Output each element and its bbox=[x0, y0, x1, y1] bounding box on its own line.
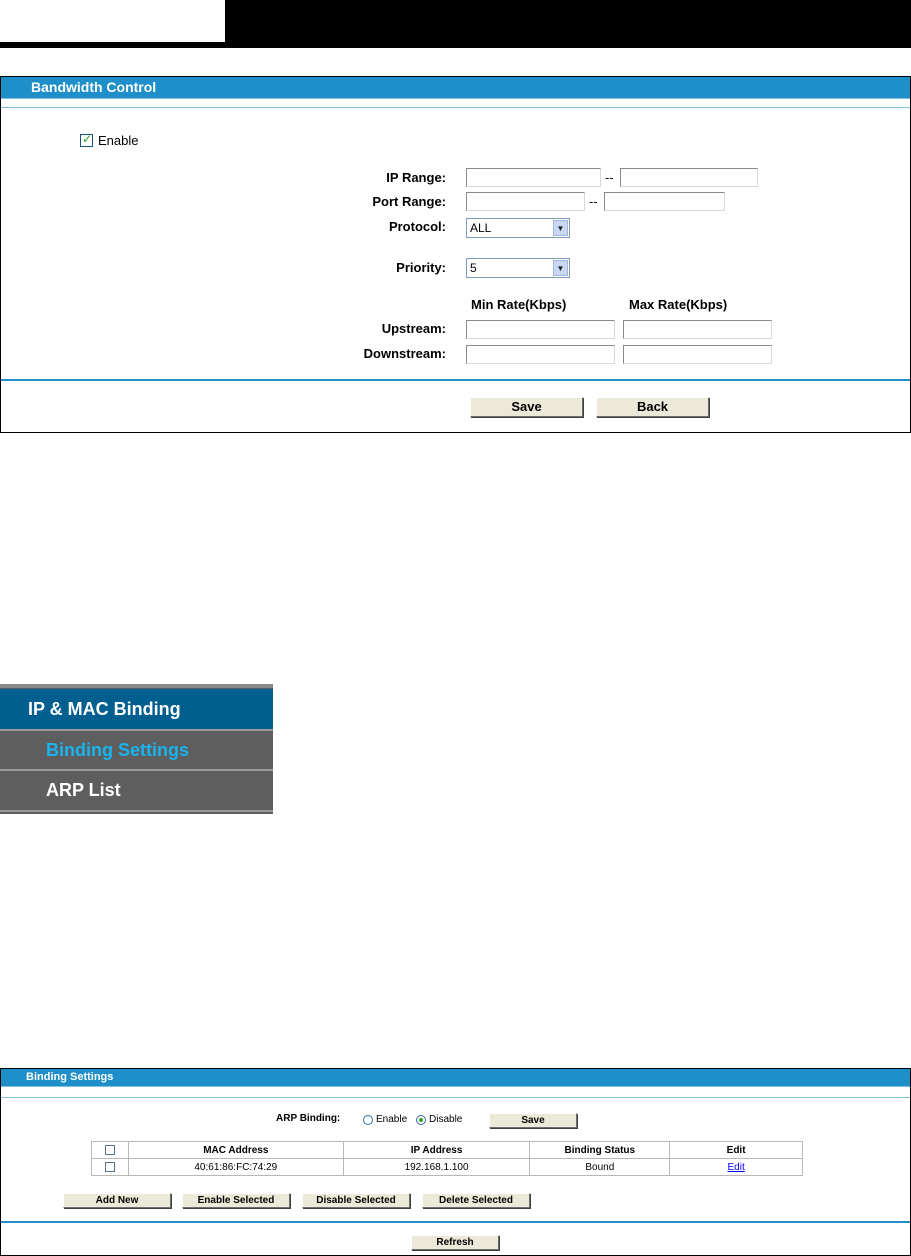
menu-header[interactable]: IP & MAC Binding bbox=[0, 689, 273, 729]
min-rate-header: Min Rate(Kbps) bbox=[471, 297, 567, 312]
downstream-min-input[interactable] bbox=[466, 345, 615, 364]
ip-range-label: IP Range: bbox=[386, 170, 446, 185]
menu-separator bbox=[0, 810, 273, 812]
arp-enable-label: Enable bbox=[376, 1114, 408, 1125]
protocol-label: Protocol: bbox=[388, 219, 446, 234]
range-separator: -- bbox=[589, 194, 598, 209]
port-range-start-input[interactable] bbox=[466, 192, 585, 211]
range-separator: -- bbox=[605, 170, 614, 185]
menu-top-border bbox=[0, 684, 273, 688]
refresh-button[interactable]: Refresh bbox=[411, 1235, 499, 1250]
upstream-min-input[interactable] bbox=[466, 320, 615, 339]
enable-checkbox[interactable]: ✓ bbox=[80, 132, 93, 147]
downstream-max-input[interactable] bbox=[623, 345, 772, 364]
select-all-checkbox[interactable] bbox=[104, 1144, 115, 1155]
divider bbox=[1, 1221, 910, 1223]
column-header-mac: MAC Address bbox=[127, 1141, 344, 1159]
add-new-button[interactable]: Add New bbox=[63, 1193, 171, 1208]
max-rate-header: Max Rate(Kbps) bbox=[629, 297, 728, 312]
ip-range-start-input[interactable] bbox=[466, 168, 601, 187]
check-icon: ✓ bbox=[82, 132, 93, 146]
protocol-select[interactable]: ALL ▼ bbox=[466, 218, 570, 238]
arp-binding-label: ARP Binding: bbox=[276, 1113, 341, 1124]
back-button[interactable]: Back bbox=[596, 397, 709, 417]
menu-item-arp-list[interactable]: ARP List bbox=[0, 771, 273, 809]
status-cell: Bound bbox=[529, 1158, 671, 1176]
priority-value: 5 bbox=[470, 261, 477, 275]
downstream-label: Downstream: bbox=[363, 346, 446, 361]
bandwidth-control-panel: Bandwidth Control ✓ Enable IP Range: -- … bbox=[0, 76, 911, 433]
menu-item-binding-settings[interactable]: Binding Settings bbox=[0, 731, 273, 769]
upstream-label: Upstream: bbox=[381, 321, 446, 336]
save-button[interactable]: Save bbox=[470, 397, 583, 417]
panel-title: Bandwidth Control bbox=[1, 77, 910, 98]
row-checkbox[interactable] bbox=[104, 1161, 115, 1172]
arp-disable-radio[interactable] bbox=[416, 1115, 426, 1125]
table-header-row: MAC Address IP Address Binding Status Ed… bbox=[91, 1141, 803, 1159]
upstream-max-input[interactable] bbox=[623, 320, 772, 339]
ip-range-end-input[interactable] bbox=[620, 168, 758, 187]
enable-selected-button[interactable]: Enable Selected bbox=[182, 1193, 290, 1208]
disable-selected-button[interactable]: Disable Selected bbox=[302, 1193, 410, 1208]
arp-enable-radio[interactable] bbox=[363, 1115, 373, 1125]
port-range-label: Port Range: bbox=[372, 194, 446, 209]
divider bbox=[1, 379, 910, 381]
panel-title: Binding Settings bbox=[1, 1069, 910, 1086]
radio-selected-dot bbox=[419, 1118, 423, 1122]
divider bbox=[1, 1086, 910, 1087]
enable-label: Enable bbox=[98, 133, 139, 148]
priority-label: Priority: bbox=[396, 260, 446, 275]
column-header-ip: IP Address bbox=[342, 1141, 531, 1159]
divider bbox=[1, 1097, 910, 1098]
ip-mac-binding-menu: IP & MAC Binding Binding Settings ARP Li… bbox=[0, 684, 273, 814]
ip-cell: 192.168.1.100 bbox=[342, 1158, 531, 1176]
edit-link[interactable]: Edit bbox=[727, 1162, 744, 1173]
priority-select[interactable]: 5 ▼ bbox=[466, 258, 570, 278]
table-row: 40:61:86:FC:74:29 192.168.1.100 Bound Ed… bbox=[91, 1158, 803, 1176]
top-header-bar bbox=[0, 0, 911, 48]
divider bbox=[1, 98, 910, 99]
arp-save-button[interactable]: Save bbox=[489, 1113, 577, 1128]
binding-table: MAC Address IP Address Binding Status Ed… bbox=[91, 1141, 803, 1176]
header-logo-area bbox=[0, 0, 225, 42]
chevron-down-icon: ▼ bbox=[553, 220, 568, 236]
chevron-down-icon: ▼ bbox=[553, 260, 568, 276]
protocol-value: ALL bbox=[470, 221, 492, 235]
divider bbox=[1, 107, 910, 108]
binding-settings-panel: Binding Settings ARP Binding: Enable Dis… bbox=[0, 1068, 911, 1256]
column-header-edit: Edit bbox=[669, 1141, 803, 1159]
column-header-status: Binding Status bbox=[529, 1141, 671, 1159]
arp-disable-label: Disable bbox=[429, 1114, 463, 1125]
port-range-end-input[interactable] bbox=[604, 192, 725, 211]
delete-selected-button[interactable]: Delete Selected bbox=[422, 1193, 530, 1208]
mac-cell: 40:61:86:FC:74:29 bbox=[127, 1158, 344, 1176]
